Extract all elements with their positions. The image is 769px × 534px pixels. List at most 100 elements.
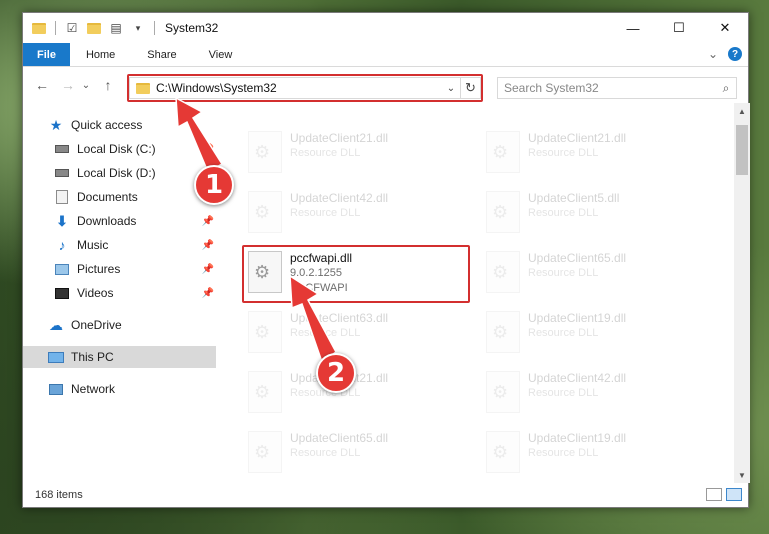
cloud-icon: ☁: [49, 316, 63, 333]
file-name: UpdateClient65.dll: [290, 431, 389, 445]
back-button[interactable]: ←: [31, 74, 53, 96]
file-explorer-window: ☑ ▤ ▾ System32 — ☐ ✕ File Home Share Vie…: [22, 12, 750, 508]
scroll-thumb[interactable]: [736, 125, 748, 175]
ribbon-right-controls: ⌄ ?: [708, 47, 742, 61]
sidebar-item-label: Videos: [77, 286, 114, 300]
search-input[interactable]: Search System32: [504, 81, 716, 95]
toolbar-separator: [154, 21, 155, 35]
minimize-button[interactable]: —: [610, 13, 656, 43]
sidebar-item-label: Documents: [77, 190, 138, 204]
properties-icon[interactable]: ☑: [64, 20, 80, 36]
dll-file-icon: ⚙: [486, 371, 520, 413]
details-view-icon[interactable]: [706, 488, 722, 501]
search-box[interactable]: Search System32 ⌕: [497, 77, 737, 99]
file-item[interactable]: ⚙ UpdateClient63.dll Resource DLL: [242, 307, 472, 361]
file-item[interactable]: ⚙ UpdateClient5.dll Resource DLL: [480, 187, 710, 241]
maximize-button[interactable]: ☐: [656, 13, 702, 43]
navigation-pane: ★ Quick access Local Disk (C:) 📌 Local D…: [23, 103, 216, 483]
sidebar-item-downloads[interactable]: ⬇ Downloads 📌: [23, 210, 216, 232]
sidebar-item-documents[interactable]: Documents 📌: [23, 186, 216, 208]
file-name: UpdateClient21.dll: [528, 131, 627, 145]
file-description: Resource DLL: [528, 147, 599, 159]
quick-access-toolbar: ☑ ▤ ▾: [23, 20, 157, 36]
file-list: ⚙ UpdateClient21.dll Resource DLL ⚙ Updat…: [216, 103, 734, 483]
documents-icon: [53, 189, 71, 205]
scroll-down-icon[interactable]: ▼: [734, 467, 750, 483]
dll-file-icon: ⚙: [248, 431, 282, 473]
pictures-icon: [53, 261, 71, 277]
dll-file-icon: ⚙: [486, 431, 520, 473]
sidebar-item-label: Local Disk (C:): [77, 142, 156, 156]
download-icon: ⬇: [56, 212, 68, 229]
sidebar-item-pictures[interactable]: Pictures 📌: [23, 258, 216, 280]
file-item[interactable]: ⚙ UpdateClient21.dllResource DLL: [242, 127, 472, 181]
sidebar-item-label: Quick access: [71, 118, 143, 132]
dll-file-icon: ⚙: [486, 131, 520, 173]
customize-toolbar-icon[interactable]: ▤: [108, 20, 124, 36]
sidebar-item-label: Downloads: [77, 214, 137, 228]
up-button[interactable]: ↑: [97, 74, 119, 96]
pin-icon: 📌: [201, 239, 214, 251]
tab-home[interactable]: Home: [70, 43, 131, 66]
file-name: UpdateClient5.dll: [528, 191, 620, 205]
sidebar-item-this-pc[interactable]: This PC: [23, 346, 216, 368]
search-icon[interactable]: ⌕: [716, 81, 736, 96]
file-name: UpdateClient65.dll: [528, 251, 627, 265]
dll-file-icon: ⚙: [486, 191, 520, 233]
disk-icon: [53, 165, 71, 181]
pin-icon: 📌: [201, 215, 214, 227]
computer-icon: [47, 349, 65, 365]
toolbar-dropdown-icon[interactable]: ▾: [130, 20, 146, 36]
file-description: Resource DLL: [290, 327, 361, 339]
file-item[interactable]: ⚙ UpdateClient21.dll Resource DLL: [480, 127, 710, 181]
file-item[interactable]: ⚙ UpdateClient42.dll Resource DLL: [242, 187, 472, 241]
large-icons-view-icon[interactable]: [726, 488, 742, 501]
help-icon[interactable]: ?: [728, 47, 742, 61]
network-icon: [47, 381, 65, 397]
dll-file-icon: ⚙: [248, 131, 282, 173]
music-icon: ♪: [58, 237, 66, 253]
sidebar-item-onedrive[interactable]: ☁ OneDrive: [23, 314, 216, 336]
file-description: Resource DLL: [528, 267, 599, 279]
sidebar-item-label: Local Disk (D:): [77, 166, 156, 180]
window-title: System32: [165, 21, 219, 35]
sidebar-item-videos[interactable]: Videos 📌: [23, 282, 216, 304]
sidebar-item-local-disk-d[interactable]: Local Disk (D:) 📌: [23, 162, 216, 184]
file-item[interactable]: ⚙ UpdateClient19.dll Resource DLL: [480, 427, 710, 481]
file-description: Resource DLL: [290, 147, 361, 159]
tab-share[interactable]: Share: [131, 43, 192, 66]
dll-file-icon: ⚙: [486, 251, 520, 293]
sidebar-item-music[interactable]: ♪ Music 📌: [23, 234, 216, 256]
scroll-up-icon[interactable]: ▲: [734, 103, 750, 119]
file-item[interactable]: ⚙ UpdateClient21.dllResource DLL: [242, 367, 472, 421]
new-folder-icon[interactable]: [86, 20, 102, 36]
sidebar-item-label: Pictures: [77, 262, 121, 276]
file-name: UpdateClient42.dll: [290, 191, 389, 205]
vertical-scrollbar[interactable]: ▲ ▼: [734, 103, 750, 483]
step-1-badge: 1: [194, 165, 234, 205]
sidebar-item-network[interactable]: Network: [23, 378, 216, 400]
disk-icon: [53, 141, 71, 157]
pin-icon: 📌: [201, 143, 214, 155]
view-toggle: [706, 488, 742, 501]
status-bar: 168 items: [23, 483, 748, 507]
expand-ribbon-icon[interactable]: ⌄: [708, 47, 718, 61]
file-item[interactable]: ⚙ UpdateClient19.dll Resource DLL: [480, 307, 710, 361]
star-icon: ★: [49, 116, 63, 133]
dll-file-icon: ⚙: [486, 311, 520, 353]
file-name: UpdateClient19.dll: [528, 311, 627, 325]
pin-icon: 📌: [201, 263, 214, 275]
file-item[interactable]: ⚙ UpdateClient65.dll Resource DLL: [242, 427, 472, 481]
file-item[interactable]: ⚙ UpdateClient65.dll Resource DLL: [480, 247, 710, 301]
tab-view[interactable]: View: [193, 43, 249, 66]
file-description: Resource DLL: [528, 327, 599, 339]
sidebar-item-quick-access[interactable]: ★ Quick access: [23, 114, 216, 136]
window-controls: — ☐ ✕: [610, 13, 748, 43]
file-item[interactable]: ⚙ UpdateClient42.dll Resource DLL: [480, 367, 710, 421]
toolbar-separator: [55, 21, 56, 35]
sidebar-item-local-disk-c[interactable]: Local Disk (C:) 📌: [23, 138, 216, 160]
recent-locations-button[interactable]: ⌄: [79, 74, 93, 96]
forward-button[interactable]: →: [57, 74, 79, 96]
close-button[interactable]: ✕: [702, 13, 748, 43]
tab-file[interactable]: File: [23, 43, 70, 66]
